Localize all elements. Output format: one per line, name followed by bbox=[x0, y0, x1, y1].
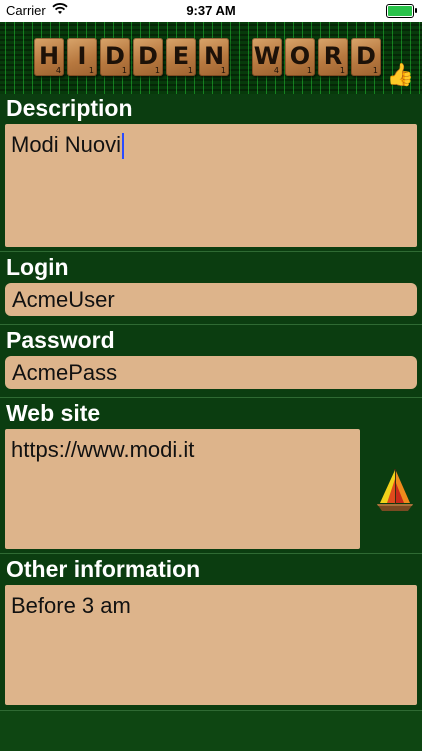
login-field[interactable]: AcmeUser bbox=[5, 283, 417, 316]
website-label: Web site bbox=[6, 400, 101, 426]
battery-icon bbox=[386, 4, 417, 18]
clock: 9:37 AM bbox=[186, 3, 236, 18]
tile-h: H4 bbox=[34, 38, 64, 76]
password-label: Password bbox=[6, 327, 115, 353]
app-header: H4 I1 D1 D1 E1 N1 W4 O1 R1 D1 👍 bbox=[0, 22, 422, 94]
divider bbox=[0, 553, 422, 554]
text-cursor bbox=[122, 133, 125, 160]
tile-i: I1 bbox=[67, 38, 97, 76]
other-information-field[interactable]: Before 3 am bbox=[5, 585, 417, 705]
bottom-bar bbox=[0, 710, 422, 751]
sailboat-icon[interactable] bbox=[374, 465, 416, 515]
divider bbox=[0, 324, 422, 325]
tile-e: E1 bbox=[166, 38, 196, 76]
other-information-label: Other information bbox=[6, 556, 201, 582]
thumbs-up-icon[interactable]: 👍 bbox=[387, 62, 414, 88]
tile-r: R1 bbox=[318, 38, 348, 76]
divider bbox=[0, 251, 422, 252]
website-field[interactable]: https://www.modi.it bbox=[5, 429, 360, 549]
tile-d3: D1 bbox=[351, 38, 381, 76]
tile-n: N1 bbox=[199, 38, 229, 76]
description-label: Description bbox=[6, 95, 133, 121]
tile-d2: D1 bbox=[133, 38, 163, 76]
tile-w: W4 bbox=[252, 38, 282, 76]
tile-o: O1 bbox=[285, 38, 315, 76]
status-bar: Carrier 9:37 AM bbox=[0, 0, 422, 22]
tile-d1: D1 bbox=[100, 38, 130, 76]
description-field[interactable]: Modi Nuovi bbox=[5, 124, 417, 247]
password-field[interactable]: AcmePass bbox=[5, 356, 417, 389]
divider bbox=[0, 397, 422, 398]
hidden-word-logo: H4 I1 D1 D1 E1 N1 W4 O1 R1 D1 bbox=[34, 38, 384, 76]
login-label: Login bbox=[6, 254, 69, 280]
